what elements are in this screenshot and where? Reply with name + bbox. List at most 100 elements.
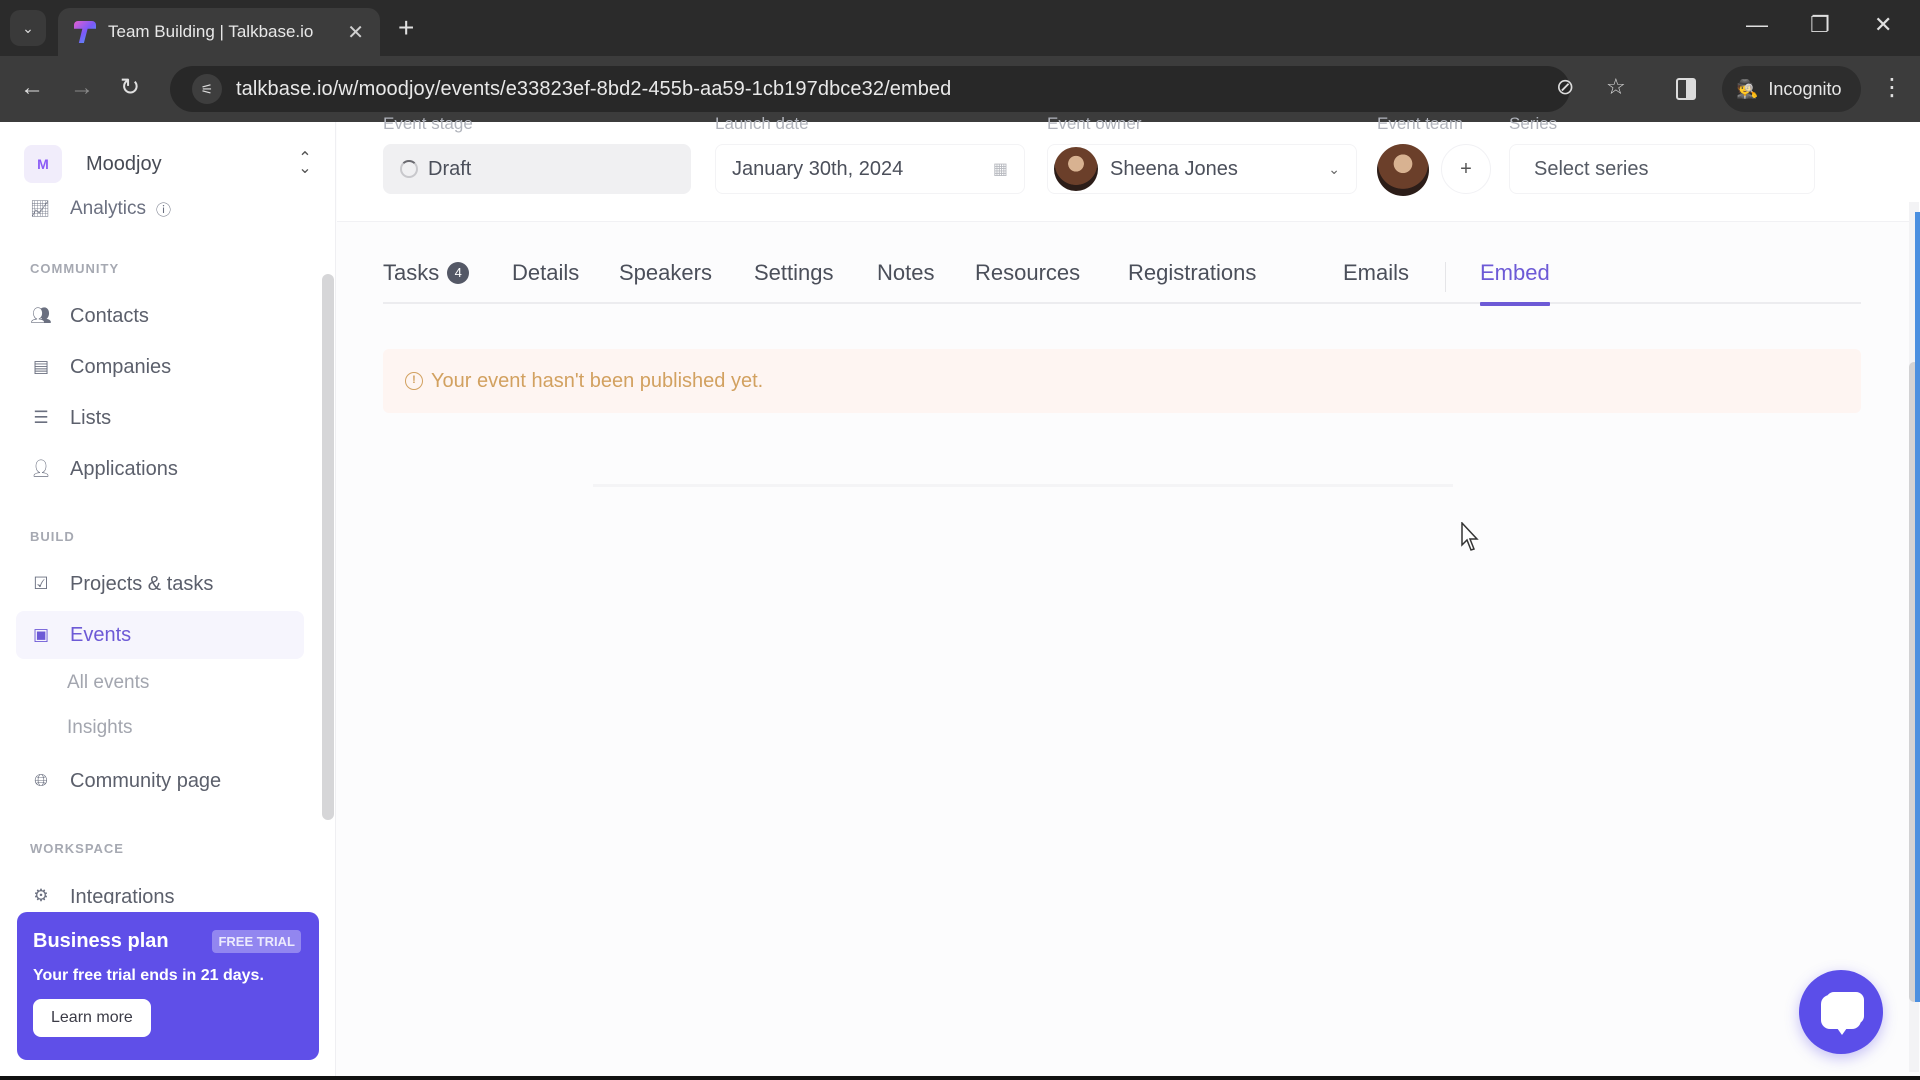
event-tabs: Tasks 4 Details Speakers Settings Notes R… [383, 260, 1861, 306]
launch-date-picker[interactable]: January 30th, 2024 ▦ [715, 144, 1025, 194]
calendar-icon: ▣ [32, 625, 50, 644]
event-owner-select[interactable]: Sheena Jones ⌄ [1047, 144, 1357, 194]
event-stage-label: Event stage [383, 114, 473, 133]
sidebar-scrollbar[interactable] [322, 274, 334, 820]
minimize-window-icon[interactable]: — [1746, 12, 1768, 38]
sidebar-item-companies[interactable]: ▤ Companies [16, 343, 304, 391]
chevron-down-icon: ⌄ [22, 19, 34, 36]
tab-search-button[interactable]: ⌄ [10, 10, 46, 46]
user-plus-icon: 👤︎ [30, 459, 52, 478]
talkbase-favicon-icon [74, 21, 96, 43]
close-tab-icon[interactable]: ✕ [347, 20, 364, 45]
unpublished-alert: ! Your event hasn't been published yet. [383, 349, 1861, 413]
sidebar-item-integrations[interactable]: ⚙ Integrations [16, 878, 304, 904]
series-placeholder: Select series [1534, 157, 1649, 180]
event-stage-select[interactable]: Draft [383, 144, 691, 194]
free-trial-badge: FREE TRIAL [212, 930, 301, 953]
chat-bubble-icon [1821, 995, 1861, 1035]
back-button[interactable]: ← [20, 72, 44, 104]
chevron-down-icon: ⌄ [1328, 160, 1340, 177]
incognito-button[interactable]: 🕵 Incognito [1722, 66, 1862, 112]
tab-registrations[interactable]: Registrations [1128, 260, 1256, 304]
sidebar-item-label: Community page [70, 769, 222, 792]
sidebar: M Moodjoy ⌃ ⌄ 📈︎ Analytics ⓘ COMMUNITY 👥︎… [0, 122, 336, 1080]
team-member-avatar[interactable] [1377, 144, 1429, 196]
tab-speakers[interactable]: Speakers [619, 260, 712, 304]
sidebar-item-label: Lists [70, 406, 112, 429]
event-header: Event stage Draft Launch date January 30… [337, 114, 1920, 222]
draft-status-icon [400, 160, 418, 178]
check-square-icon: ☑ [33, 574, 49, 593]
url-text[interactable]: talkbase.io/w/moodjoy/events/e33823ef-8b… [236, 78, 951, 101]
tasks-count-badge: 4 [447, 262, 470, 284]
event-owner-value: Sheena Jones [1110, 157, 1238, 180]
main-content: Event stage Draft Launch date January 30… [337, 114, 1920, 1080]
chat-support-button[interactable] [1799, 970, 1883, 1054]
focus-edge-indicator [1915, 212, 1920, 1002]
tab-resources[interactable]: Resources [975, 260, 1080, 304]
browser-toolbar: ← → ↻ ⚟ talkbase.io/w/moodjoy/events/e33… [0, 56, 1920, 122]
embed-placeholder-divider [593, 484, 1453, 487]
chart-line-icon: 📈︎ [30, 201, 51, 218]
sidebar-item-label: Contacts [70, 304, 149, 327]
tab-settings[interactable]: Settings [754, 260, 834, 304]
reload-button[interactable]: ↻ [120, 72, 140, 104]
book-icon: ▤ [32, 357, 50, 376]
sidebar-item-label: Projects & tasks [70, 572, 214, 595]
info-icon: ! [405, 372, 423, 390]
incognito-icon: 🕵 [1736, 78, 1759, 99]
users-icon: 👥︎ [30, 306, 52, 325]
sidebar-subitem-insights[interactable]: Insights [67, 717, 132, 739]
add-team-member-button[interactable]: + [1441, 144, 1491, 194]
close-window-icon[interactable]: ✕ [1874, 12, 1892, 38]
sidebar-item-analytics[interactable]: 📈︎ Analytics ⓘ [30, 198, 171, 220]
incognito-label: Incognito [1768, 78, 1842, 99]
sidebar-item-label: Analytics [70, 198, 147, 219]
event-stage-value: Draft [428, 157, 472, 180]
sidebar-item-community-page[interactable]: 🌐︎ Community page [16, 757, 304, 805]
sidebar-item-label: Companies [70, 355, 172, 378]
section-label-community: COMMUNITY [30, 261, 120, 276]
tab-details[interactable]: Details [512, 260, 579, 304]
forward-button[interactable]: → [70, 72, 94, 104]
eye-off-icon[interactable]: ⊘ [1556, 74, 1574, 100]
side-panel-icon[interactable] [1676, 78, 1696, 100]
tab-emails[interactable]: Emails [1343, 260, 1409, 304]
tab-embed[interactable]: Embed [1480, 260, 1550, 306]
star-icon[interactable]: ☆ [1606, 74, 1626, 100]
trial-card: Business plan FREE TRIAL Your free trial… [17, 912, 319, 1060]
browser-tab-strip: ⌄ Team Building | Talkbase.io ✕ + — ❐ ✕ [0, 0, 1920, 56]
restore-window-icon[interactable]: ❐ [1810, 12, 1830, 38]
info-icon: ⓘ [156, 201, 172, 219]
screen-bottom-edge [0, 1076, 1920, 1080]
arrow-right-icon: → [70, 74, 94, 101]
sidebar-item-lists[interactable]: ☰ Lists [16, 394, 304, 442]
sidebar-item-projects-tasks[interactable]: ☑ Projects & tasks [16, 560, 304, 608]
section-label-workspace: WORKSPACE [30, 841, 124, 856]
sidebar-item-contacts[interactable]: 👥︎ Contacts [16, 292, 304, 340]
owner-avatar [1054, 147, 1098, 191]
series-select[interactable]: Select series [1509, 144, 1815, 194]
tune-icon[interactable]: ⚟ [192, 74, 222, 104]
sidebar-item-applications[interactable]: 👤︎ Applications [16, 445, 304, 493]
trial-text: Your free trial ends in 21 days. [33, 967, 264, 984]
more-vertical-icon[interactable]: ⋮ [1880, 72, 1904, 104]
new-tab-button[interactable]: + [398, 12, 414, 44]
mouse-cursor-icon [1461, 521, 1481, 557]
tab-notes[interactable]: Notes [877, 260, 934, 304]
event-team-label: Event team [1377, 114, 1463, 133]
sidebar-subitem-all-events[interactable]: All events [67, 672, 149, 694]
series-label: Series [1509, 114, 1558, 133]
alert-text: Your event hasn't been published yet. [431, 369, 764, 392]
address-bar[interactable]: ⚟ talkbase.io/w/moodjoy/events/e33823ef-… [170, 66, 1626, 112]
plug-icon: ⚙ [33, 886, 49, 904]
calendar-icon: ▦ [992, 161, 1008, 178]
tab-tasks[interactable]: Tasks 4 [383, 260, 470, 304]
sidebar-item-events[interactable]: ▣ Events [16, 611, 304, 659]
list-icon: ☰ [33, 408, 49, 427]
learn-more-button[interactable]: Learn more [33, 999, 151, 1037]
tab-title: Team Building | Talkbase.io [108, 22, 314, 41]
tab-divider [1445, 262, 1446, 292]
browser-tab[interactable]: Team Building | Talkbase.io ✕ [58, 8, 380, 56]
workspace-switcher[interactable]: M Moodjoy ⌃ ⌄ [24, 144, 314, 184]
